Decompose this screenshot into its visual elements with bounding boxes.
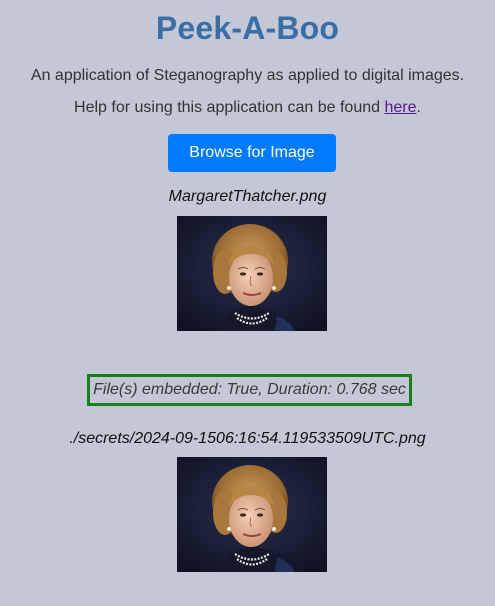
help-suffix: .	[416, 99, 421, 116]
page: Peek-A-Boo An application of Steganograp…	[0, 0, 495, 606]
input-image	[177, 216, 327, 331]
embed-status: File(s) embedded: True, Duration: 0.768 …	[93, 381, 406, 398]
portrait-photo-icon	[177, 457, 327, 572]
output-filename: ./secrets/2024-09-1506:16:54.119533509UT…	[69, 430, 426, 447]
status-box: File(s) embedded: True, Duration: 0.768 …	[87, 374, 412, 406]
browse-image-button[interactable]: Browse for Image	[168, 134, 336, 172]
help-prefix: Help for using this application can be f…	[74, 99, 385, 116]
help-text: Help for using this application can be f…	[0, 99, 495, 117]
app-description: An application of Steganography as appli…	[30, 67, 465, 84]
input-filename: MargaretThatcher.png	[168, 188, 327, 205]
output-image	[177, 457, 327, 572]
portrait-photo-icon	[177, 216, 327, 331]
page-title: Peek-A-Boo	[155, 10, 340, 46]
help-link[interactable]: here	[384, 99, 416, 116]
